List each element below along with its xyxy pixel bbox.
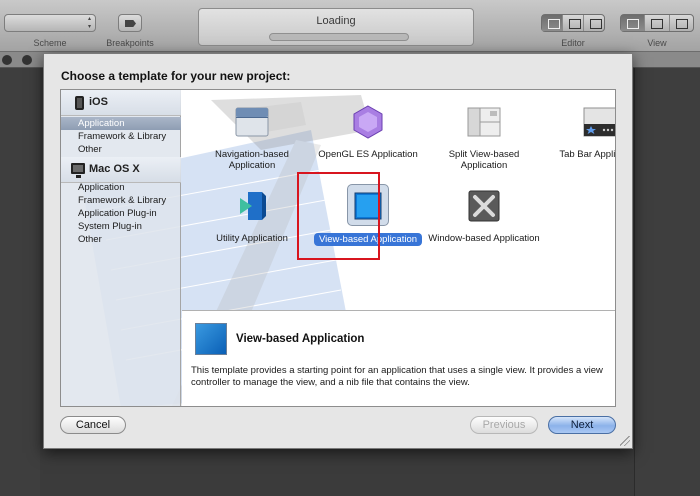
template-label: Split View-based Application xyxy=(448,149,520,171)
sidebar-item-mac-other[interactable]: Other xyxy=(61,233,181,246)
template-label: Tab Bar Application xyxy=(559,149,616,160)
editor-group: Editor xyxy=(540,0,606,52)
view-segmented-control[interactable] xyxy=(620,14,694,32)
sidebar-item-mac-framework-library[interactable]: Framework & Library xyxy=(61,194,181,207)
detail-title: View-based Application xyxy=(236,333,365,345)
sidebar-item-ios-other[interactable]: Other xyxy=(61,143,181,156)
breakpoints-label: Breakpoints xyxy=(106,38,154,48)
sidebar-item-ios-application[interactable]: Application xyxy=(61,117,181,130)
debug-area-toggle-icon[interactable] xyxy=(645,15,670,31)
detail-description: This template provides a starting point … xyxy=(191,365,603,388)
view-label: View xyxy=(647,38,667,48)
standard-editor-icon[interactable] xyxy=(542,15,563,31)
template-navigation-based[interactable]: Navigation-based Application xyxy=(194,104,310,174)
sheet-title: Choose a template for your new project: xyxy=(61,69,291,83)
new-project-sheet: Choose a template for your new project: xyxy=(43,53,633,449)
template-label: Window-based Application xyxy=(428,233,540,244)
template-tab-bar[interactable]: Tab Bar Application xyxy=(542,104,616,174)
template-category-sidebar: iOS Application Framework & Library Othe… xyxy=(61,90,181,406)
view-group: View xyxy=(618,0,696,52)
split-view-icon xyxy=(467,107,501,137)
editor-segmented-control[interactable] xyxy=(541,14,605,32)
sidebar-item-mac-application[interactable]: Application xyxy=(61,181,181,194)
previous-button[interactable]: Previous xyxy=(470,416,538,434)
utilities-toggle-icon[interactable] xyxy=(670,15,693,31)
view-based-icon xyxy=(195,323,227,355)
ios-group-label: iOS xyxy=(89,96,108,108)
next-button[interactable]: Next xyxy=(548,416,616,434)
macosx-group-label: Mac OS X xyxy=(89,163,140,175)
utility-app-icon xyxy=(240,192,266,220)
navigation-app-icon xyxy=(235,107,269,137)
template-window-based[interactable]: Window-based Application xyxy=(426,188,542,258)
ios-group-header: iOS xyxy=(61,90,181,116)
template-detail-pane: View-based Application This template pro… xyxy=(182,310,615,406)
template-split-view-based[interactable]: Split View-based Application xyxy=(426,104,542,174)
macosx-group-header: Mac OS X xyxy=(61,157,181,183)
breakpoints-group: Breakpoints xyxy=(100,0,160,52)
scheme-group: Scheme xyxy=(0,0,100,52)
template-label: Navigation-based Application xyxy=(215,149,289,171)
sidebar-item-ios-framework-library[interactable]: Framework & Library xyxy=(61,130,181,143)
sidebar-item-mac-system-plugin[interactable]: System Plug-in xyxy=(61,220,181,233)
template-label: Utility Application xyxy=(216,233,288,244)
breakpoints-button[interactable] xyxy=(118,14,142,32)
tab-bar-icon xyxy=(583,107,615,137)
annotation-highlight-box xyxy=(297,172,380,260)
window-based-icon xyxy=(468,190,500,222)
navigator-area xyxy=(0,68,40,496)
activity-progress-bar xyxy=(269,33,409,41)
activity-view: Loading xyxy=(198,8,474,46)
template-utility[interactable]: Utility Application xyxy=(194,188,310,258)
editor-label: Editor xyxy=(561,38,585,48)
filter-icon[interactable] xyxy=(22,55,32,65)
scheme-popup[interactable] xyxy=(4,14,96,32)
assistant-editor-icon[interactable] xyxy=(563,15,584,31)
template-opengl-es[interactable]: OpenGL ES Application xyxy=(310,104,426,174)
mac-icon xyxy=(71,163,85,178)
sidebar-item-mac-application-plugin[interactable]: Application Plug-in xyxy=(61,207,181,220)
activity-status: Loading xyxy=(316,15,356,27)
navigator-toggle-icon[interactable] xyxy=(621,15,646,31)
template-label: OpenGL ES Application xyxy=(318,149,418,160)
opengl-es-icon xyxy=(353,105,383,139)
version-editor-icon[interactable] xyxy=(584,15,604,31)
resize-grip-icon[interactable] xyxy=(620,436,630,446)
cancel-button[interactable]: Cancel xyxy=(60,416,126,434)
xcode-toolbar: Scheme Breakpoints Loading Editor View xyxy=(0,0,700,52)
utilities-area xyxy=(634,68,700,496)
navigator-icon[interactable] xyxy=(2,55,12,65)
scheme-label: Scheme xyxy=(33,38,67,48)
iphone-icon xyxy=(75,96,84,110)
